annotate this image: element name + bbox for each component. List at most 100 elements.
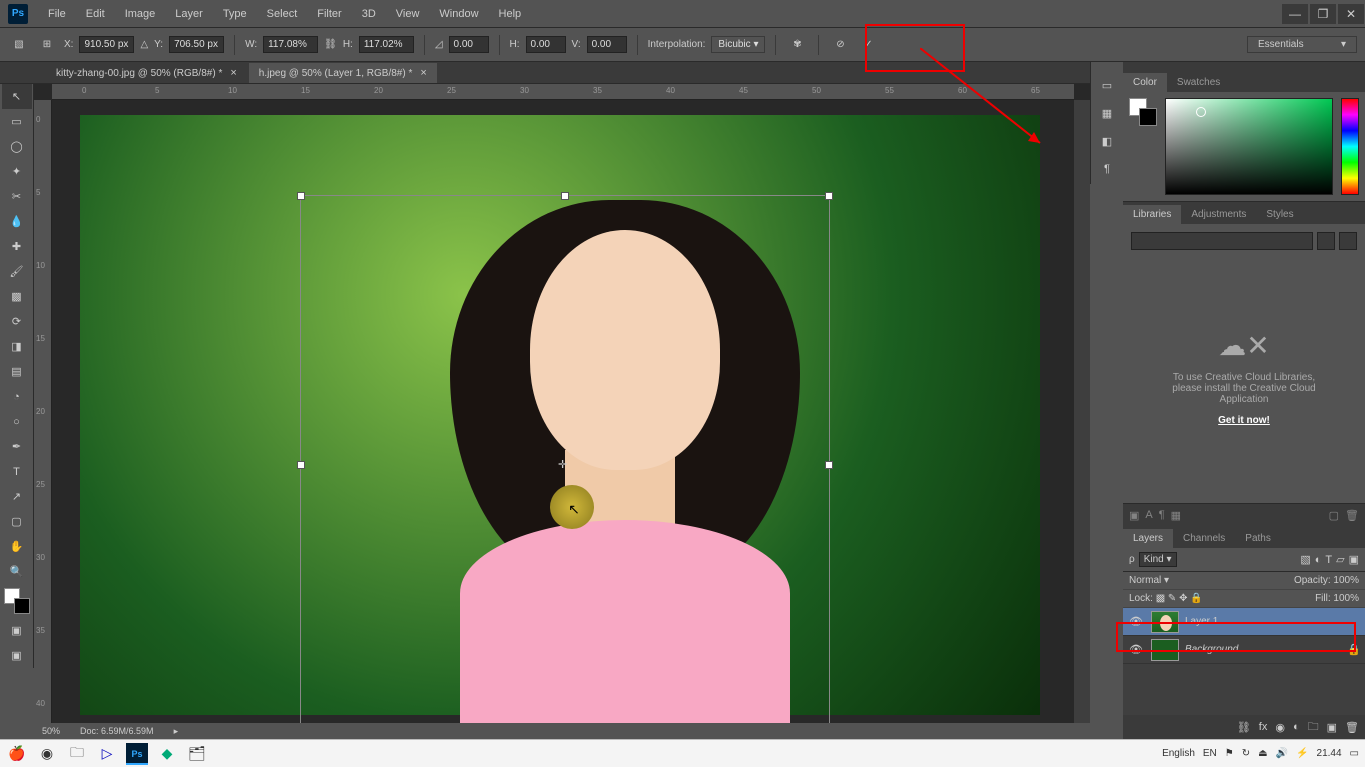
properties-panel-icon[interactable]: ▦ — [1093, 100, 1121, 126]
layer-filter-kind[interactable]: Kind ▾ — [1139, 552, 1177, 567]
hue-slider[interactable] — [1341, 98, 1359, 195]
lock-all-icon[interactable]: 🔒 — [1190, 593, 1202, 604]
document-tab[interactable]: h.jpeg @ 50% (Layer 1, RGB/8#) *× — [249, 63, 437, 83]
explorer-icon[interactable]: 🗀 — [66, 743, 88, 765]
path-select-tool[interactable]: ↗ — [2, 484, 32, 509]
tray-usb-icon[interactable]: ⏏ — [1258, 748, 1267, 759]
link-wh-icon[interactable]: ⛓ — [324, 39, 337, 50]
lock-position-icon[interactable]: ✥ — [1179, 593, 1187, 604]
blur-tool[interactable]: ◔ — [2, 384, 32, 409]
new-layer-icon[interactable]: ▣ — [1327, 721, 1337, 734]
menu-window[interactable]: Window — [429, 4, 488, 24]
photoshop-taskbar-icon[interactable]: Ps — [126, 743, 148, 765]
transform-handle-mr[interactable] — [825, 461, 833, 469]
media-player-icon[interactable]: ▷ — [96, 743, 118, 765]
skew-v-field[interactable]: 0.00 — [587, 36, 627, 53]
lang-indicator[interactable]: EN — [1203, 748, 1217, 759]
lock-transparent-icon[interactable]: ▩ — [1156, 593, 1165, 604]
apple-icon[interactable]: 🍎 — [6, 743, 28, 765]
zoom-tool[interactable]: 🔍 — [2, 559, 32, 584]
color-picker-field[interactable] — [1165, 98, 1333, 195]
warp-mode-icon[interactable]: ✾ — [786, 34, 808, 56]
w-field[interactable]: 117.08% — [263, 36, 318, 53]
menu-filter[interactable]: Filter — [307, 4, 351, 24]
transform-handle-tc[interactable] — [561, 192, 569, 200]
filter-smart-icon[interactable]: ▣ — [1349, 553, 1359, 566]
tray-clock[interactable]: 21.44 — [1317, 748, 1342, 759]
tab-channels[interactable]: Channels — [1173, 529, 1235, 548]
fg-bg-swatch[interactable] — [1129, 98, 1157, 126]
tray-sync-icon[interactable]: ↻ — [1242, 748, 1250, 759]
layer-thumbnail[interactable] — [1151, 639, 1179, 661]
interpolation-select[interactable]: Bicubic ▾ — [711, 36, 765, 53]
type-tool[interactable]: T — [2, 459, 32, 484]
menu-3d[interactable]: 3D — [352, 4, 386, 24]
screenmode-button[interactable]: ▣ — [2, 643, 32, 668]
document-tab[interactable]: kitty-zhang-00.jpg @ 50% (RGB/8#) *× — [46, 63, 247, 83]
status-arrow-icon[interactable]: ▸ — [174, 726, 179, 737]
tray-volume-icon[interactable]: 🔊 — [1276, 748, 1288, 759]
close-button[interactable]: ✕ — [1338, 4, 1364, 24]
tab-libraries[interactable]: Libraries — [1123, 205, 1181, 224]
tab-swatches[interactable]: Swatches — [1167, 73, 1230, 92]
h-field[interactable]: 117.02% — [359, 36, 414, 53]
transform-handle-ml[interactable] — [297, 461, 305, 469]
reference-point-icon[interactable]: ⊞ — [36, 34, 58, 56]
app-icon[interactable]: ◆ — [156, 743, 178, 765]
delete-layer-icon[interactable]: 🗑 — [1345, 721, 1359, 734]
filter-pixel-icon[interactable]: ▧ — [1300, 553, 1310, 566]
lock-paint-icon[interactable]: ✎ — [1168, 593, 1176, 604]
library-grid-view-icon[interactable] — [1317, 232, 1335, 250]
layer-name[interactable]: Background — [1185, 644, 1341, 655]
stamp-tool[interactable]: ▩ — [2, 284, 32, 309]
cancel-transform-icon[interactable]: ⊘ — [829, 34, 851, 56]
lib-trash-icon[interactable]: 🗑 — [1345, 509, 1359, 522]
move-tool[interactable]: ↖ — [2, 84, 32, 109]
tab-close-icon[interactable]: × — [230, 67, 236, 79]
menu-file[interactable]: File — [38, 4, 76, 24]
tray-action-center-icon[interactable]: ▭ — [1350, 748, 1359, 759]
menu-image[interactable]: Image — [115, 4, 166, 24]
layer-name[interactable]: Layer 1 — [1185, 616, 1361, 627]
library-select[interactable] — [1131, 232, 1313, 250]
marquee-tool[interactable]: ▭ — [2, 109, 32, 134]
tab-adjustments[interactable]: Adjustments — [1181, 205, 1256, 224]
history-panel-icon[interactable]: ▭ — [1093, 72, 1121, 98]
tab-layers[interactable]: Layers — [1123, 529, 1173, 548]
filter-adjust-icon[interactable]: ◐ — [1315, 554, 1322, 566]
layer-thumbnail[interactable] — [1151, 611, 1179, 633]
skew-h-field[interactable]: 0.00 — [526, 36, 566, 53]
transform-handle-tr[interactable] — [825, 192, 833, 200]
menu-select[interactable]: Select — [257, 4, 308, 24]
layer-row[interactable]: 👁 Layer 1 — [1123, 608, 1365, 636]
transform-tool-icon[interactable]: ▧ — [8, 34, 30, 56]
pen-tool[interactable]: ✒ — [2, 434, 32, 459]
crop-tool[interactable]: ✂ — [2, 184, 32, 209]
transform-handle-tl[interactable] — [297, 192, 305, 200]
app-icon2[interactable]: 🗂 — [186, 743, 208, 765]
tab-color[interactable]: Color — [1123, 73, 1167, 92]
tab-close-icon[interactable]: × — [420, 67, 426, 79]
opacity-field[interactable]: 100% — [1333, 575, 1359, 586]
blend-mode-select[interactable]: Normal ▾ — [1129, 575, 1219, 586]
x-field[interactable]: 910.50 px — [79, 36, 134, 53]
document-viewport[interactable]: ✛ — [52, 100, 1074, 723]
layer-visibility-icon[interactable]: 👁 — [1127, 643, 1145, 656]
menu-layer[interactable]: Layer — [165, 4, 213, 24]
get-it-now-link[interactable]: Get it now! — [1218, 415, 1270, 426]
filter-type-icon[interactable]: T — [1325, 554, 1332, 566]
quickmask-button[interactable]: ▣ — [2, 618, 32, 643]
layer-mask-icon[interactable]: ◉ — [1275, 721, 1285, 734]
scrollbar-vertical[interactable] — [1074, 100, 1090, 723]
layer-visibility-icon[interactable]: 👁 — [1127, 615, 1145, 628]
gradient-tool[interactable]: ▤ — [2, 359, 32, 384]
link-layers-icon[interactable]: ⛓ — [1237, 721, 1251, 734]
new-adjustment-icon[interactable]: ◐ — [1293, 721, 1300, 733]
history-brush-tool[interactable]: ⟳ — [2, 309, 32, 334]
fill-field[interactable]: 100% — [1333, 593, 1359, 604]
chrome-icon[interactable]: ◉ — [36, 743, 58, 765]
y-field[interactable]: 706.50 px — [169, 36, 224, 53]
angle-field[interactable]: 0.00 — [449, 36, 489, 53]
workspace-switcher[interactable]: Essentials▾ — [1247, 36, 1357, 53]
library-list-view-icon[interactable] — [1339, 232, 1357, 250]
